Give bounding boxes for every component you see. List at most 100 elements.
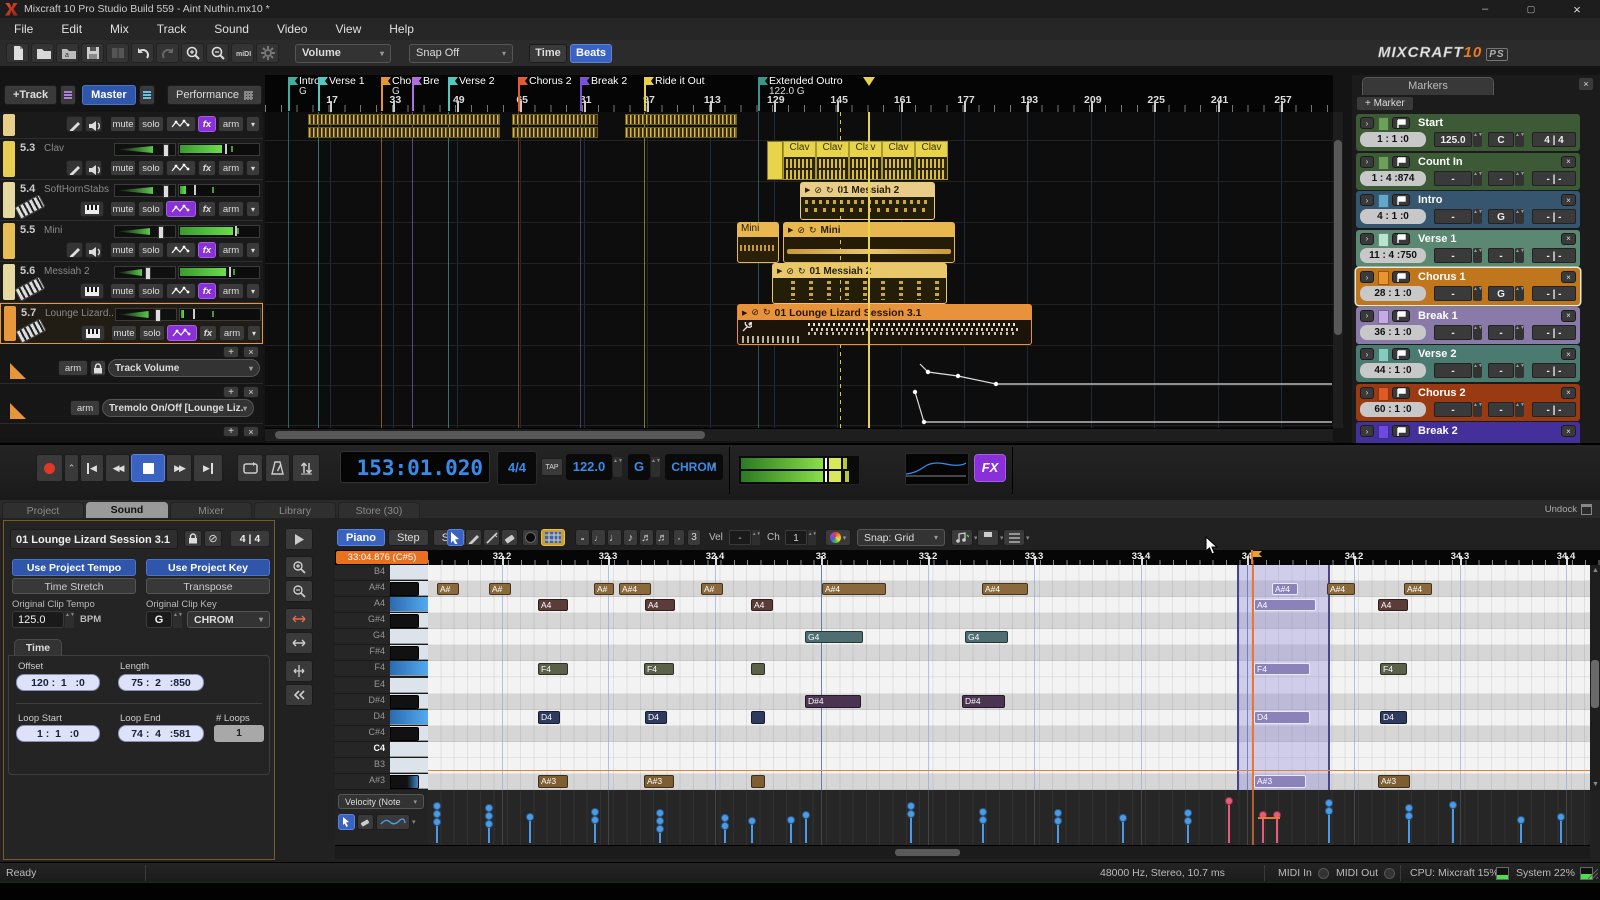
fx-button[interactable]: fx: [198, 201, 216, 217]
pr-display-options-button[interactable]: [1003, 529, 1025, 546]
pr-tab-piano[interactable]: Piano: [337, 529, 385, 546]
volume-dropdown[interactable]: Volume▾: [295, 44, 391, 63]
piano-note[interactable]: G4: [805, 631, 863, 644]
piano-note[interactable]: A4: [1378, 599, 1408, 612]
piano-key[interactable]: [390, 726, 428, 741]
editor-h-expand-button[interactable]: [285, 608, 313, 630]
track-chevron-button[interactable]: ▾: [246, 116, 260, 132]
piano-key[interactable]: [390, 613, 428, 628]
marker-color-chip[interactable]: [1378, 425, 1389, 439]
snap-dropdown[interactable]: Snap Off▾: [409, 44, 513, 63]
velocity-lane[interactable]: [428, 790, 1590, 845]
spinner[interactable]: ▲▼: [1473, 286, 1482, 301]
keyboard-icon[interactable]: [80, 201, 104, 217]
arm-button[interactable]: arm: [218, 283, 244, 299]
orig-scale-dropdown[interactable]: CHROM▾: [187, 611, 270, 628]
velocity-dot[interactable]: [433, 802, 441, 810]
open-folder-icon[interactable]: [31, 43, 54, 63]
menu-edit[interactable]: Edit: [47, 22, 96, 36]
track-chevron-button[interactable]: ▾: [246, 160, 260, 176]
marker-time-field[interactable]: 11 : 4 :750: [1360, 248, 1426, 263]
marker-expand-button[interactable]: ›: [1360, 233, 1374, 245]
automation-button[interactable]: [166, 116, 196, 132]
go-to-end-button[interactable]: ▶: [193, 454, 223, 482]
piano-key-row[interactable]: C#4: [335, 726, 428, 742]
transpose-button[interactable]: Transpose: [146, 578, 270, 594]
tab-library[interactable]: Library: [254, 502, 336, 518]
vel-curve-chevron[interactable]: ▾: [412, 818, 416, 826]
piano-note[interactable]: [751, 663, 765, 676]
arm-button[interactable]: arm: [218, 160, 244, 176]
piano-key[interactable]: [390, 629, 428, 644]
marker-close-button[interactable]: ×: [1561, 348, 1576, 360]
marker-sig-field[interactable]: - | -: [1532, 286, 1576, 301]
vel-pointer-tool[interactable]: [338, 814, 355, 830]
marker-key-field[interactable]: G: [1488, 209, 1514, 224]
track-volume-slider[interactable]: [114, 143, 176, 156]
piano-key-row[interactable]: A#4: [335, 581, 428, 597]
new-file-icon[interactable]: [6, 43, 29, 63]
piano-roll-grid[interactable]: A#A#A#A#4A#A#4A#4A#4A#4A#4A4A4A4A4A4G4G4…: [428, 565, 1590, 790]
notebook-icon[interactable]: [106, 43, 129, 63]
clip-lock-button[interactable]: [184, 530, 202, 547]
marker-flag-button[interactable]: [1392, 233, 1410, 245]
marker-card[interactable]: ›Verse 1×11 : 4 :750-▲▼-▲▼- | -: [1356, 230, 1580, 267]
menu-sound[interactable]: Sound: [200, 22, 263, 36]
piano-note[interactable]: A#3: [538, 775, 568, 788]
marker-color-chip[interactable]: [1378, 310, 1389, 324]
piano-key-row[interactable]: B4: [335, 565, 428, 581]
mute-button[interactable]: mute: [110, 283, 136, 299]
note-duration-button[interactable]: 𝅝: [575, 529, 590, 546]
mute-button[interactable]: mute: [110, 242, 136, 258]
solo-button[interactable]: solo: [138, 283, 164, 299]
piano-key[interactable]: [390, 645, 428, 660]
velocity-dot[interactable]: [907, 810, 915, 818]
spinner[interactable]: ▲▼: [1515, 402, 1524, 417]
marker-flag-button[interactable]: [1392, 117, 1410, 129]
import-icon[interactable]: a: [56, 43, 79, 63]
marker-time-field[interactable]: 36 : 1 :0: [1360, 325, 1426, 340]
velocity-dot[interactable]: [433, 818, 441, 826]
loops-field[interactable]: 1: [214, 725, 264, 742]
track-row[interactable]: 5.5Minimutesolofxarm▾: [0, 221, 263, 262]
piano-note[interactable]: A#4: [619, 583, 651, 596]
piano-note[interactable]: G4: [965, 631, 1008, 644]
piano-key[interactable]: [390, 597, 428, 612]
midi-clip[interactable]: ▶⊘↻01 Messiah 2: [772, 263, 947, 304]
marker-flag-button[interactable]: [1392, 348, 1410, 360]
menu-help[interactable]: Help: [375, 22, 428, 36]
undo-icon[interactable]: [131, 43, 154, 63]
piano-key[interactable]: [390, 565, 428, 580]
piano-note[interactable]: D4: [645, 711, 667, 724]
marker-card[interactable]: ›Chorus 1×28 : 1 :0-▲▼G▲▼- | -: [1356, 268, 1580, 305]
vel-curve-tool[interactable]: [376, 814, 410, 830]
pr-line-tool[interactable]: [483, 529, 500, 546]
velocity-type-dropdown[interactable]: Velocity (Note▾: [338, 794, 424, 809]
marker-time-field[interactable]: 60 : 1 :0: [1360, 402, 1426, 417]
lane-arm-button[interactable]: arm: [58, 360, 88, 376]
piano-roll-v-scrollbar[interactable]: ▲ ▼: [1590, 565, 1600, 790]
ch-field[interactable]: 1: [785, 530, 807, 545]
clav-clip[interactable]: Clav: [783, 141, 816, 180]
ch-spinner[interactable]: ▲▼: [808, 530, 816, 545]
spinner[interactable]: ▲▼: [1473, 402, 1482, 417]
note-duration-button[interactable]: ♪: [623, 529, 638, 546]
marker-card[interactable]: ›Break 1×36 : 1 :0-▲▼-▲▼- | -: [1356, 307, 1580, 344]
marker-sig-field[interactable]: - | -: [1532, 209, 1576, 224]
color-wheel-button[interactable]: ▾: [825, 529, 851, 546]
save-icon[interactable]: [81, 43, 104, 63]
piano-note[interactable]: D#4: [805, 695, 861, 708]
piano-key-row[interactable]: A#3: [335, 774, 428, 790]
dotted-note-button[interactable]: ·: [673, 529, 685, 546]
menu-view[interactable]: View: [321, 22, 375, 36]
marker-expand-button[interactable]: ›: [1360, 425, 1374, 437]
selected-midi-clip[interactable]: ▶⊘↻01 Lounge Lizard Session 3.1: [737, 304, 1032, 345]
marker-tempo-field[interactable]: -: [1434, 209, 1472, 224]
midi-icon[interactable]: miDI: [231, 43, 254, 63]
editor-collapse-button[interactable]: [285, 684, 313, 706]
piano-note[interactable]: A#: [489, 583, 511, 596]
menu-track[interactable]: Track: [143, 22, 201, 36]
velocity-dot[interactable]: [802, 811, 810, 819]
marker-card[interactable]: ›Start1 : 1 :0125.0▲▼C▲▼4 | 4: [1356, 114, 1580, 151]
metronome-button[interactable]: [265, 454, 290, 482]
